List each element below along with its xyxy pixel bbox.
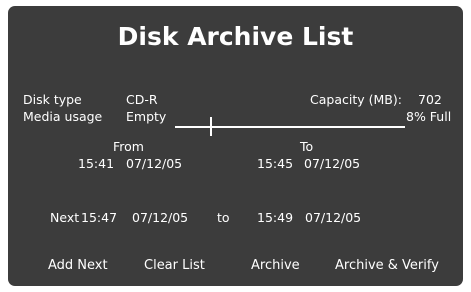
next-start-date: 07/12/05 [132, 210, 189, 225]
next-to-word: to [217, 210, 230, 225]
add-next-button[interactable]: Add Next [48, 258, 108, 273]
from-time: 15:41 [78, 156, 115, 171]
clear-list-button[interactable]: Clear List [144, 258, 205, 273]
next-end-time: 15:49 [257, 210, 294, 225]
from-date: 07/12/05 [126, 156, 183, 171]
usage-meter-marker [210, 117, 212, 136]
next-start-time: 15:47 [81, 210, 118, 225]
disk-type-value: CD-R [126, 92, 158, 107]
archive-panel: Disk Archive List Disk type CD-R Capacit… [8, 6, 463, 286]
media-usage-label: Media usage [23, 109, 103, 124]
next-label: Next [50, 210, 80, 225]
to-date: 07/12/05 [304, 156, 361, 171]
page-title: Disk Archive List [117, 22, 354, 51]
to-label: To [300, 139, 314, 154]
to-time: 15:45 [257, 156, 294, 171]
disk-type-label: Disk type [23, 92, 82, 107]
capacity-label: Capacity (MB): [310, 92, 402, 107]
usage-full-text: 8% Full [406, 109, 452, 124]
next-end-date: 07/12/05 [305, 210, 362, 225]
from-label: From [113, 139, 144, 154]
capacity-value: 702 [418, 92, 442, 107]
media-usage-value: Empty [126, 109, 167, 124]
archive-button[interactable]: Archive [251, 258, 300, 273]
archive-verify-button[interactable]: Archive & Verify [335, 258, 439, 273]
